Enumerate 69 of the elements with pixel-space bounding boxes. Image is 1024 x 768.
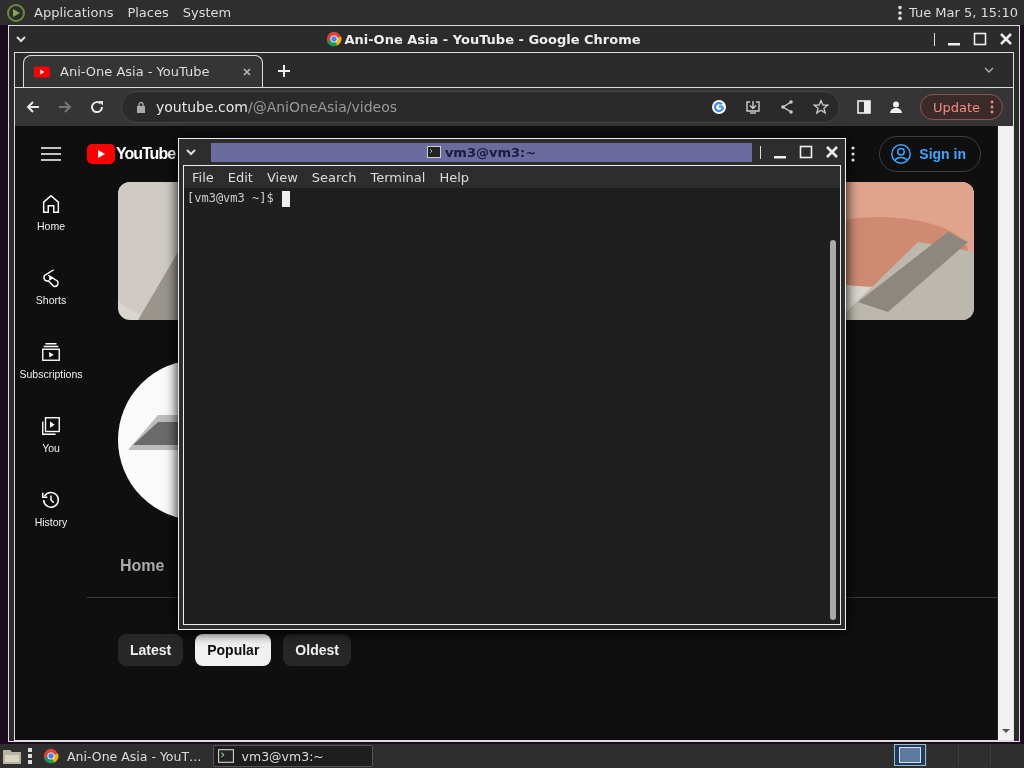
caret-down-icon[interactable] bbox=[1000, 728, 1011, 734]
window-title: vm3@vm3:~ bbox=[444, 144, 537, 160]
filter-chip[interactable]: Popular bbox=[195, 634, 272, 666]
clock[interactable]: Tue Mar 5, 15:10 bbox=[909, 5, 1018, 20]
taskbar-item[interactable]: vm3@vm3:~ bbox=[212, 745, 373, 767]
update-button[interactable]: Update bbox=[919, 94, 1003, 120]
text-cursor bbox=[281, 191, 290, 207]
install-icon[interactable] bbox=[744, 99, 761, 115]
new-tab-icon[interactable] bbox=[277, 64, 291, 78]
profile-icon[interactable] bbox=[887, 99, 904, 115]
menu-item[interactable]: Edit bbox=[227, 170, 253, 185]
reload-icon[interactable] bbox=[89, 99, 105, 115]
menu-item[interactable]: Search bbox=[311, 170, 357, 185]
account-icon bbox=[890, 143, 913, 165]
filter-chip[interactable]: Latest bbox=[118, 634, 184, 666]
menu-item[interactable]: File bbox=[192, 170, 214, 185]
panel-menu[interactable]: Places bbox=[127, 5, 169, 20]
browser-tab[interactable]: Ani-One Asia - YouTube bbox=[23, 55, 263, 87]
nav-item[interactable]: History bbox=[34, 489, 68, 563]
nav-item[interactable]: Shorts bbox=[35, 267, 67, 341]
star-icon[interactable] bbox=[812, 99, 829, 115]
youtube-logo-icon bbox=[34, 65, 50, 78]
more-icon[interactable] bbox=[851, 146, 856, 162]
channel-tab[interactable]: Home bbox=[120, 557, 165, 597]
menu-item[interactable]: View bbox=[266, 170, 298, 185]
terminal-icon bbox=[217, 748, 234, 764]
library-icon bbox=[40, 415, 62, 437]
menu-item[interactable]: Help bbox=[439, 170, 470, 185]
menu-icon[interactable] bbox=[41, 147, 61, 161]
nav-item[interactable]: You bbox=[40, 415, 62, 489]
tab-title: Ani-One Asia - YouTube bbox=[60, 64, 211, 79]
chevron-down-icon[interactable] bbox=[983, 66, 995, 74]
chrome-logo-icon bbox=[326, 31, 343, 47]
home-icon bbox=[40, 193, 62, 215]
task-label: Ani-One Asia - YouT… bbox=[67, 748, 202, 764]
lock-icon bbox=[136, 101, 146, 113]
forward-icon[interactable] bbox=[57, 99, 73, 115]
scrollbar-thumb[interactable] bbox=[830, 240, 836, 620]
subscriptions-icon bbox=[40, 341, 62, 363]
taskbar-item[interactable]: Ani-One Asia - YouT… bbox=[38, 745, 207, 767]
address-bar[interactable]: youtube.com/@AniOneAsia/videos bbox=[121, 91, 840, 123]
menu-item[interactable]: Terminal bbox=[370, 170, 426, 185]
url-text: youtube.com/@AniOneAsia/videos bbox=[156, 99, 398, 115]
filter-chip[interactable]: Oldest bbox=[283, 634, 351, 666]
share-icon[interactable] bbox=[778, 99, 795, 115]
close-icon[interactable] bbox=[242, 66, 252, 77]
panel-menu[interactable]: System bbox=[182, 5, 232, 20]
nav-item[interactable]: Home bbox=[37, 193, 65, 267]
task-label: vm3@vm3:~ bbox=[241, 748, 324, 764]
folder-icon[interactable] bbox=[2, 747, 22, 765]
terminal-icon bbox=[426, 146, 441, 158]
nav-item[interactable]: Subscriptions bbox=[19, 341, 83, 415]
google-logo-icon[interactable] bbox=[710, 99, 727, 115]
panel-menu[interactable]: Applications bbox=[34, 5, 114, 20]
chrome-logo-icon bbox=[43, 748, 59, 764]
window-title: Ani-One Asia - YouTube - Google Chrome bbox=[344, 31, 641, 47]
maximize-icon[interactable] bbox=[799, 145, 813, 159]
handle-icon[interactable] bbox=[28, 747, 32, 765]
back-icon[interactable] bbox=[25, 99, 41, 115]
youtube-logo[interactable]: YouTube bbox=[87, 144, 176, 164]
more-icon[interactable] bbox=[990, 100, 994, 114]
history-icon bbox=[40, 489, 62, 511]
distro-logo-icon[interactable] bbox=[6, 2, 26, 23]
shell-prompt: [vm3@vm3 ~]$ bbox=[187, 191, 274, 205]
maximize-icon[interactable] bbox=[973, 32, 987, 46]
more-icon[interactable] bbox=[897, 3, 903, 22]
side-panel-icon[interactable] bbox=[855, 99, 872, 115]
scrollbar[interactable] bbox=[998, 126, 1013, 740]
workspace-button[interactable] bbox=[894, 744, 926, 766]
